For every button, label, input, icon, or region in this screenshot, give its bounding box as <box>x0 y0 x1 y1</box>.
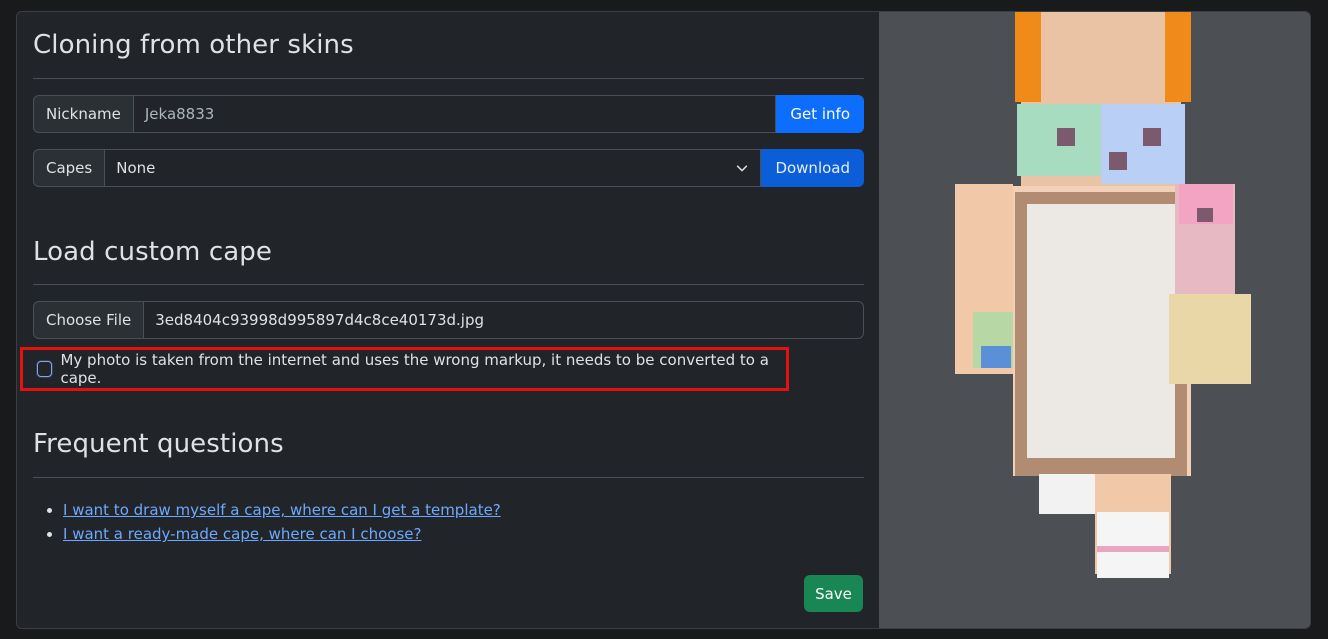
list-item: I want a ready-made cape, where can I ch… <box>47 522 501 546</box>
save-button[interactable]: Save <box>804 575 863 612</box>
divider <box>33 284 864 285</box>
nickname-input[interactable]: Jeka8833 <box>133 95 777 133</box>
cloning-title: Cloning from other skins <box>33 30 354 60</box>
get-info-button[interactable]: Get info <box>776 95 864 133</box>
capes-selected-value: None <box>116 159 156 177</box>
capes-select[interactable]: None <box>105 149 762 187</box>
convert-checkbox-row: My photo is taken from the internet and … <box>20 347 789 391</box>
file-input-group[interactable]: Choose File 3ed8404c93998d995897d4c8ce40… <box>33 301 864 339</box>
divider <box>33 477 864 478</box>
custom-cape-title: Load custom cape <box>33 237 272 267</box>
cape-editor-card: Cloning from other skins Nickname Jeka88… <box>16 11 1311 629</box>
choose-file-button[interactable]: Choose File <box>33 301 145 339</box>
download-button[interactable]: Download <box>761 149 864 187</box>
divider <box>33 78 864 79</box>
nickname-input-group: Nickname Jeka8833 Get info <box>33 95 864 133</box>
nickname-label: Nickname <box>33 95 134 133</box>
faq-title: Frequent questions <box>33 429 284 459</box>
file-name[interactable]: 3ed8404c93998d995897d4c8ce40173d.jpg <box>144 301 864 339</box>
skin-3d-model <box>955 12 1251 578</box>
faq-link-ready-made[interactable]: I want a ready-made cape, where can I ch… <box>63 525 421 543</box>
faq-list: I want to draw myself a cape, where can … <box>47 498 501 546</box>
chevron-down-icon <box>737 165 748 172</box>
skin-preview[interactable] <box>879 12 1310 628</box>
capes-input-group: Capes None Download <box>33 149 864 187</box>
convert-checkbox[interactable] <box>37 361 53 377</box>
editor-form: Cloning from other skins Nickname Jeka88… <box>20 12 864 628</box>
convert-checkbox-label[interactable]: My photo is taken from the internet and … <box>60 351 786 387</box>
capes-label: Capes <box>33 149 106 187</box>
list-item: I want to draw myself a cape, where can … <box>47 498 501 522</box>
faq-link-template[interactable]: I want to draw myself a cape, where can … <box>63 501 501 519</box>
